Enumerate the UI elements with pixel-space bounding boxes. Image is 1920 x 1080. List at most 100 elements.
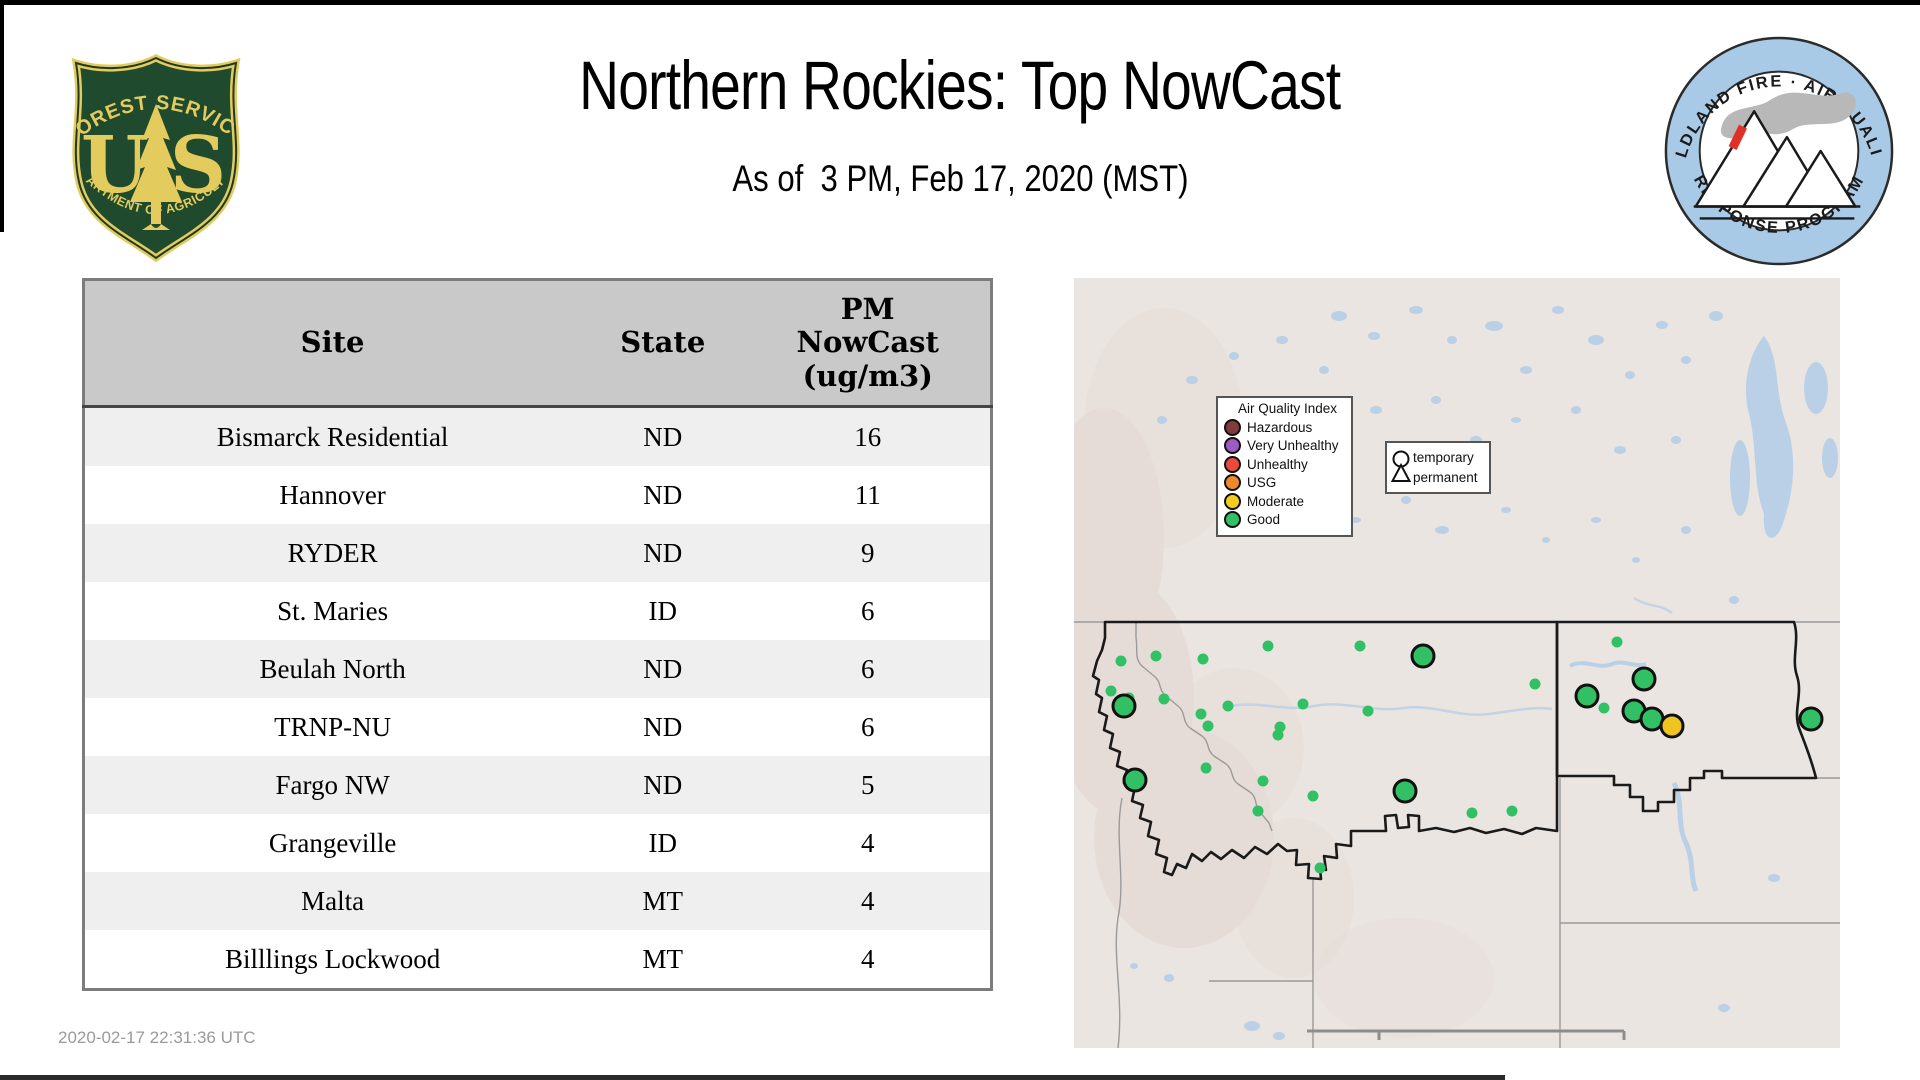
- aqi-color-dot-icon: [1224, 492, 1241, 510]
- monitor-dot-good-temporary: [1195, 708, 1207, 720]
- cell-site: RYDER: [83, 524, 581, 582]
- monitor-dot-good-permanent: [1574, 683, 1600, 709]
- table-row: Bismarck Residential ND 16: [83, 406, 992, 466]
- table-row: Malta MT 4: [83, 872, 992, 930]
- monitor-dot-good-temporary: [1297, 698, 1309, 710]
- cell-site: Malta: [83, 872, 581, 930]
- cell-state: ND: [580, 756, 746, 814]
- cell-state: MT: [580, 872, 746, 930]
- monitor-dot-good-permanent: [1631, 666, 1657, 692]
- aqi-color-dot-icon: [1224, 418, 1241, 436]
- aqi-legend-item: Unhealthy: [1224, 455, 1351, 474]
- aqi-legend-label: Very Unhealthy: [1247, 438, 1339, 454]
- table-row: St. Maries ID 6: [83, 582, 992, 640]
- monitor-dot-good-temporary: [1262, 640, 1274, 652]
- monitor-dot-good-temporary: [1115, 655, 1127, 667]
- monitor-dot-good-temporary: [1314, 862, 1326, 874]
- aqi-legend-label: Moderate: [1247, 493, 1305, 509]
- page-title: Northern Rockies: Top NowCast: [579, 47, 1341, 124]
- nowcast-table-body: Bismarck Residential ND 16 Hannover ND 11 RYDE…: [83, 406, 992, 990]
- table-row: RYDER ND 9: [83, 524, 992, 582]
- cell-pm-nowcast: 4: [745, 814, 992, 872]
- nowcast-table: Site State PM NowCast (ug/m3) Bismarck R…: [82, 278, 993, 991]
- generated-timestamp: 2020-02-17 22:31:36 UTC: [58, 1028, 256, 1047]
- cell-pm-nowcast: 4: [745, 872, 992, 930]
- monitor-dot-good-temporary: [1150, 650, 1162, 662]
- aqi-color-dot-icon: [1224, 511, 1241, 529]
- cell-pm-nowcast: 5: [745, 756, 992, 814]
- monitor-dot-good-temporary: [1257, 775, 1269, 787]
- aqi-legend-item: Very Unhealthy: [1224, 437, 1351, 456]
- marker-type-legend: temporary permanent: [1385, 441, 1491, 494]
- cell-state: ND: [580, 698, 746, 756]
- monitor-dot-good-temporary: [1506, 805, 1518, 817]
- monitor-dot-good-temporary: [1354, 640, 1366, 652]
- aqi-color-dot-icon: [1224, 437, 1241, 455]
- monitor-dot-good-temporary: [1307, 790, 1319, 802]
- cell-pm-nowcast: 6: [745, 640, 992, 698]
- aqi-color-dot-icon: [1224, 455, 1241, 473]
- table-row: Fargo NW ND 5: [83, 756, 992, 814]
- cell-site: St. Maries: [83, 582, 581, 640]
- monitor-dot-good-temporary: [1362, 705, 1374, 717]
- cell-state: ND: [580, 524, 746, 582]
- monitor-dot-good-temporary: [1598, 702, 1610, 714]
- header-pm-nowcast: PM NowCast (ug/m3): [745, 279, 992, 408]
- cell-pm-nowcast: 9: [745, 524, 992, 582]
- aqi-legend-title: Air Quality Index: [1237, 401, 1338, 416]
- temporary-label: temporary: [1413, 449, 1474, 465]
- cell-state: ND: [580, 406, 746, 466]
- table-row: Beulah North ND 6: [83, 640, 992, 698]
- aqi-legend-items: Hazardous Very Unhealthy Unhealthy USG Moder…: [1224, 418, 1351, 529]
- aqi-legend-label: USG: [1247, 475, 1277, 491]
- monitor-dot-good-temporary: [1158, 693, 1170, 705]
- aqi-legend-item: Hazardous: [1224, 418, 1351, 437]
- table-row: Billlings Lockwood MT 4: [83, 930, 992, 990]
- cell-state: ND: [580, 640, 746, 698]
- cell-pm-nowcast: 4: [745, 930, 992, 990]
- table-row: TRNP-NU ND 6: [83, 698, 992, 756]
- marker-type-icons: [1390, 450, 1412, 482]
- monitor-dot-good-permanent: [1410, 643, 1436, 669]
- nowcast-table-header: Site State PM NowCast (ug/m3): [83, 279, 992, 408]
- permanent-triangle-icon: [1390, 462, 1412, 482]
- header-site: Site: [83, 279, 581, 408]
- cell-pm-nowcast: 6: [745, 582, 992, 640]
- monitor-dot-good-temporary: [1529, 678, 1541, 690]
- monitor-dot-good-temporary: [1611, 636, 1623, 648]
- monitor-dot-good-temporary: [1272, 729, 1284, 741]
- table-row: Grangeville ID 4: [83, 814, 992, 872]
- aqi-legend-label: Unhealthy: [1247, 456, 1308, 472]
- cell-pm-nowcast: 16: [745, 406, 992, 466]
- aqi-legend-item: Good: [1224, 511, 1351, 530]
- cell-state: ID: [580, 582, 746, 640]
- monitor-dot-good-temporary: [1222, 700, 1234, 712]
- cell-site: TRNP-NU: [83, 698, 581, 756]
- monitor-dot-good-permanent: [1122, 767, 1148, 793]
- cell-state: ND: [580, 466, 746, 524]
- aqi-color-dot-icon: [1224, 474, 1241, 492]
- table-row: Hannover ND 11: [83, 466, 992, 524]
- monitor-dot-good-temporary: [1202, 720, 1214, 732]
- cell-site: Grangeville: [83, 814, 581, 872]
- page-subtitle-wrap: As of 3 PM, Feb 17, 2020 (MST): [0, 158, 1920, 200]
- window-edge-top: [0, 0, 1920, 5]
- cell-pm-nowcast: 6: [745, 698, 992, 756]
- cell-pm-nowcast: 11: [745, 466, 992, 524]
- monitor-dot-good-temporary: [1197, 653, 1209, 665]
- map-image: [1044, 278, 1840, 1049]
- aqi-legend-label: Hazardous: [1247, 419, 1313, 435]
- page-title-wrap: Northern Rockies: Top NowCast: [0, 46, 1920, 125]
- cell-site: Hannover: [83, 466, 581, 524]
- aqi-legend-item: Moderate: [1224, 492, 1351, 511]
- header-state: State: [580, 279, 746, 408]
- cell-site: Bismarck Residential: [83, 406, 581, 466]
- cell-site: Beulah North: [83, 640, 581, 698]
- page-subtitle: As of 3 PM, Feb 17, 2020 (MST): [731, 158, 1189, 199]
- aqi-legend-item: USG: [1224, 474, 1351, 493]
- monitor-dot-moderate-permanent: [1659, 713, 1685, 739]
- monitor-dot-good-permanent: [1111, 693, 1137, 719]
- monitor-dot-good-permanent: [1392, 778, 1418, 804]
- report-page: FOREST SERVICE U S DEPARTMENT OF AGRICUL…: [0, 0, 1920, 1080]
- aqi-legend: Air Quality Index Hazardous Very Unhealth…: [1216, 396, 1353, 537]
